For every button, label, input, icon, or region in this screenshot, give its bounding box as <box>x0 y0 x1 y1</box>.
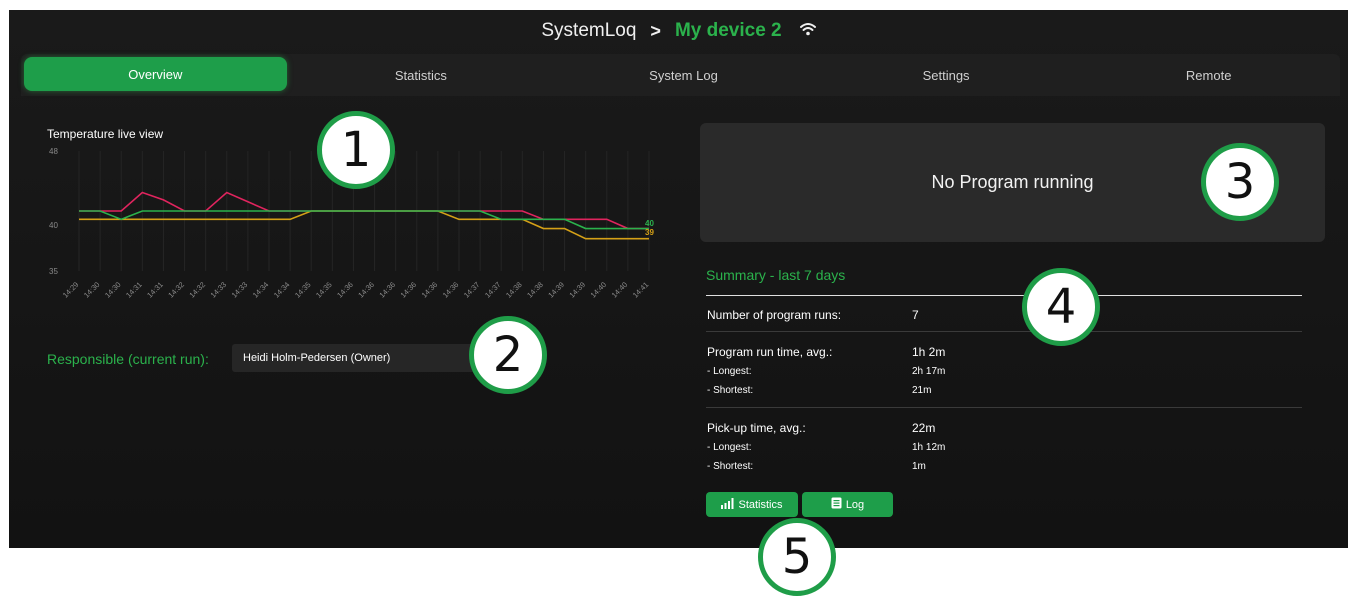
statistics-button[interactable]: Statistics <box>706 492 798 517</box>
log-button-label: Log <box>845 498 865 511</box>
chart-end-label: 40 <box>645 219 654 228</box>
chart-x-tick-label: 14:38 <box>525 280 545 300</box>
chart-x-tick-label: 14:37 <box>462 280 482 300</box>
responsible-select[interactable]: Heidi Holm-Pedersen (Owner) <box>232 344 492 372</box>
row-divider <box>706 331 1302 332</box>
chart-x-tick-label: 14:36 <box>356 280 376 300</box>
run-time-label: Program run time, avg.: <box>707 345 833 359</box>
run-longest-value: 2h 17m <box>912 366 946 377</box>
summary-title: Summary - last 7 days <box>706 267 846 283</box>
tab-settings[interactable]: Settings <box>815 54 1078 96</box>
chart-x-tick-label: 14:32 <box>187 280 207 300</box>
statistics-button-label: Statistics <box>738 498 783 511</box>
chart-x-tick-label: 14:30 <box>82 280 102 300</box>
chart-y-tick-label: 35 <box>49 267 58 276</box>
chart-y-tick-label: 40 <box>49 221 58 230</box>
chart-x-tick-label: 14:31 <box>124 280 144 300</box>
callout-marker-3: 3 <box>1201 143 1279 221</box>
chart-x-tick-label: 14:36 <box>377 280 397 300</box>
chart-x-tick-label: 14:34 <box>272 280 292 300</box>
callout-marker-4: 4 <box>1022 268 1100 346</box>
pickup-shortest-label: - Shortest: <box>707 461 754 472</box>
pickup-time-label: Pick-up time, avg.: <box>707 421 806 435</box>
pickup-time-value: 22m <box>912 421 936 435</box>
program-status-text: No Program running <box>931 172 1094 192</box>
chart-x-tick-label: 14:34 <box>251 280 271 300</box>
chart-x-tick-label: 14:35 <box>293 280 313 300</box>
chart-x-tick-label: 14:35 <box>314 280 334 300</box>
bar-chart-icon <box>721 497 734 512</box>
tab-system-log[interactable]: System Log <box>552 54 815 96</box>
chart-x-tick-label: 14:32 <box>166 280 186 300</box>
run-longest-label: - Longest: <box>707 366 752 377</box>
chart-x-tick-label: 14:40 <box>610 280 630 300</box>
chart-x-tick-label: 14:29 <box>61 280 81 300</box>
pickup-longest-value: 1h 12m <box>912 442 946 453</box>
chart-y-tick-label: 48 <box>49 147 58 156</box>
callout-marker-1: 1 <box>317 111 395 189</box>
tab-overview[interactable]: Overview <box>24 57 287 91</box>
run-shortest-label: - Shortest: <box>707 385 754 396</box>
chart-series-line <box>79 210 649 240</box>
tab-bar: Overview Statistics System Log Settings … <box>21 54 1340 96</box>
breadcrumb: SystemLoq > My device 2 <box>9 10 1348 52</box>
chart-x-tick-label: 14:33 <box>209 280 229 300</box>
chart-x-tick-label: 14:31 <box>145 280 165 300</box>
callout-marker-2: 2 <box>469 316 547 394</box>
tab-statistics[interactable]: Statistics <box>290 54 553 96</box>
chart-x-tick-label: 14:41 <box>631 280 651 300</box>
chart-x-tick-label: 14:30 <box>103 280 123 300</box>
chart-x-tick-label: 14:40 <box>589 280 609 300</box>
chart-x-tick-label: 14:33 <box>230 280 250 300</box>
wifi-icon <box>799 20 816 42</box>
app-window: SystemLoq > My device 2 Overview Statist… <box>9 10 1348 548</box>
program-runs-value: 7 <box>912 308 919 322</box>
responsible-label: Responsible (current run): <box>47 351 209 367</box>
callout-marker-5: 5 <box>758 518 836 596</box>
breadcrumb-separator: > <box>650 20 661 41</box>
row-divider <box>706 407 1302 408</box>
chart-x-tick-label: 14:39 <box>546 280 566 300</box>
chart-x-tick-label: 14:39 <box>567 280 587 300</box>
chart-x-tick-label: 14:36 <box>399 280 419 300</box>
pickup-longest-label: - Longest: <box>707 442 752 453</box>
chart-x-tick-label: 14:36 <box>420 280 440 300</box>
document-icon <box>831 497 842 512</box>
chart-title: Temperature live view <box>47 127 164 141</box>
run-shortest-value: 21m <box>912 385 932 396</box>
chart-end-label: 39 <box>645 228 654 237</box>
chart-x-tick-label: 14:38 <box>504 280 524 300</box>
log-button[interactable]: Log <box>802 492 893 517</box>
run-time-value: 1h 2m <box>912 345 946 359</box>
summary-divider <box>706 295 1302 296</box>
chart-x-tick-label: 14:36 <box>441 280 461 300</box>
tab-remote[interactable]: Remote <box>1077 54 1340 96</box>
breadcrumb-app-name[interactable]: SystemLoq <box>541 20 636 42</box>
chart-x-tick-label: 14:37 <box>483 280 503 300</box>
pickup-shortest-value: 1m <box>912 461 926 472</box>
chart-x-tick-label: 14:36 <box>335 280 355 300</box>
breadcrumb-device-name: My device 2 <box>674 20 782 41</box>
program-runs-label: Number of program runs: <box>707 308 842 322</box>
